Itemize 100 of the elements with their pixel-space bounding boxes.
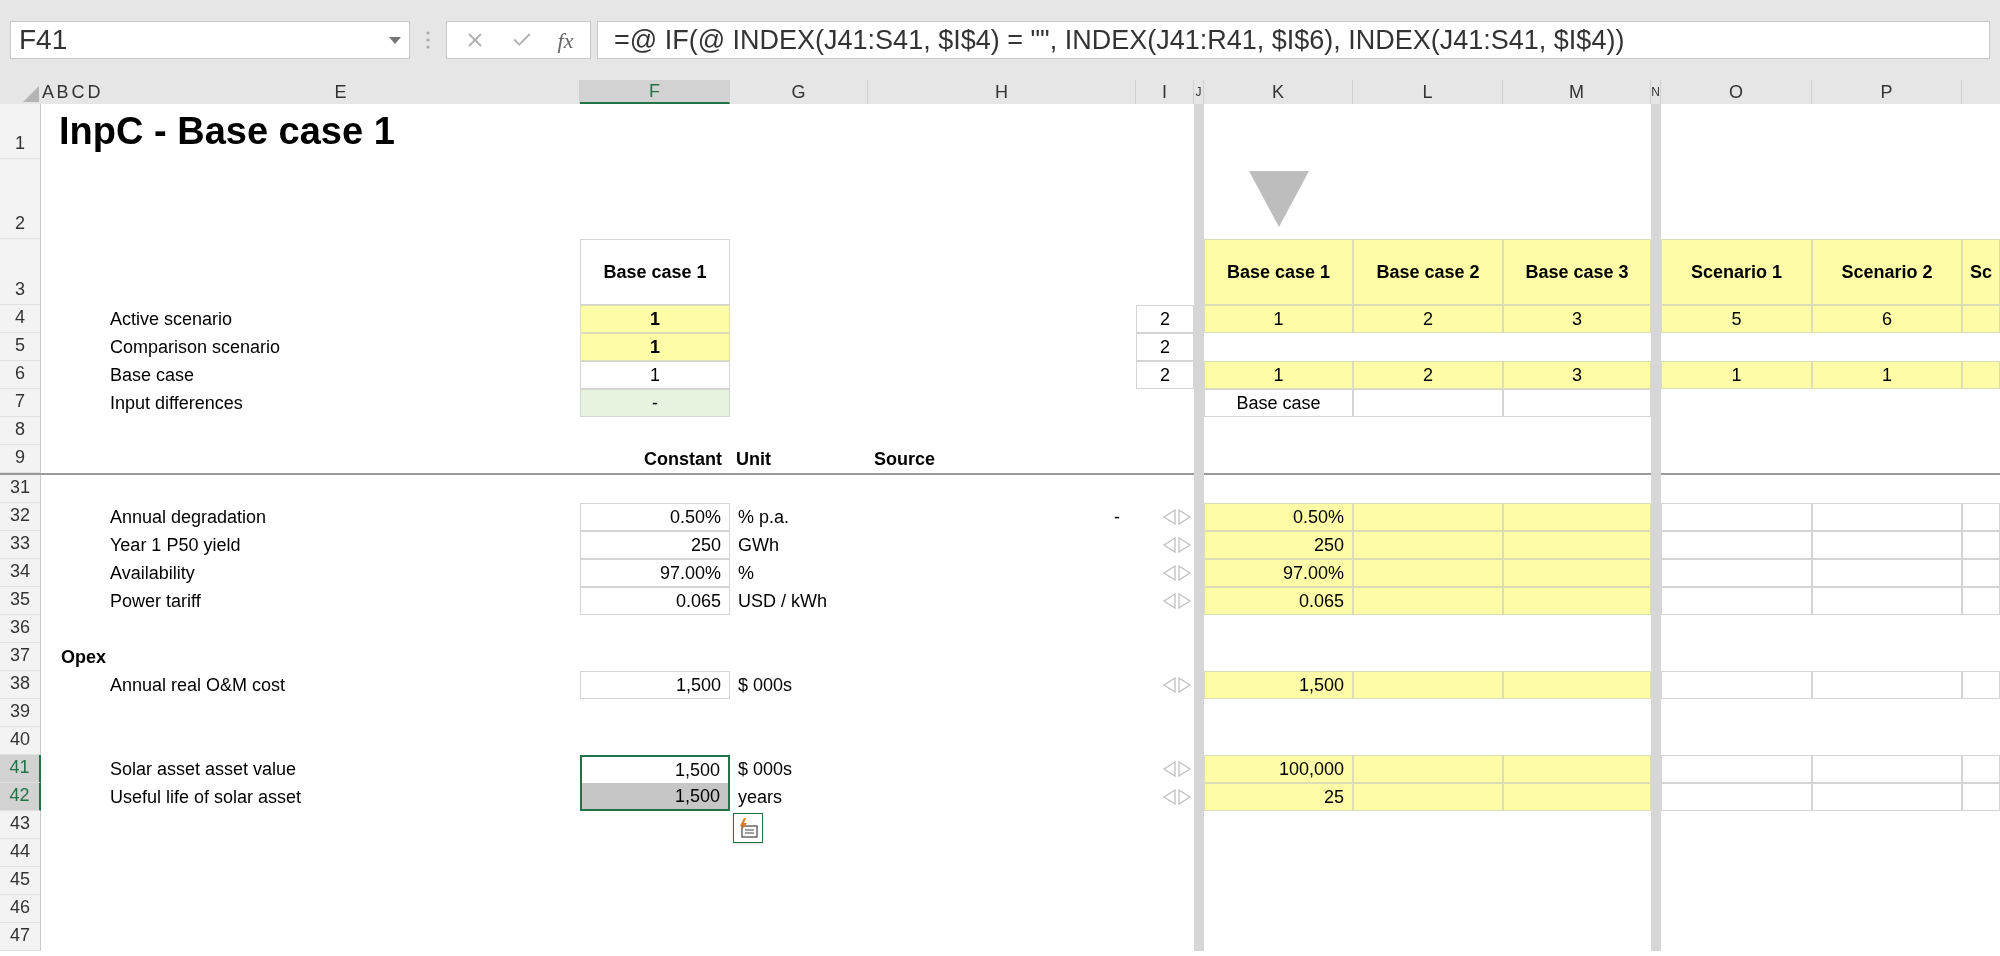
spreadsheet-cell[interactable]: [1353, 755, 1503, 783]
row-header[interactable]: 4: [0, 305, 41, 333]
row-header[interactable]: 37: [0, 643, 41, 671]
row-header[interactable]: 7: [0, 389, 41, 417]
spreadsheet-cell[interactable]: 1,500: [580, 783, 730, 811]
spreadsheet-cell[interactable]: 2: [1136, 333, 1194, 361]
spreadsheet-cell[interactable]: [1962, 755, 2000, 783]
spreadsheet-cell[interactable]: [1661, 559, 1812, 587]
spreadsheet-cell[interactable]: Useful life of solar asset: [102, 783, 580, 811]
spreadsheet-cell[interactable]: 0.50%: [1204, 503, 1353, 531]
spreadsheet-cell[interactable]: 25: [1204, 783, 1353, 811]
row-header[interactable]: 41: [0, 755, 41, 783]
row-header[interactable]: 35: [0, 587, 41, 615]
spreadsheet-cell[interactable]: 250: [1204, 531, 1353, 559]
spreadsheet-cell[interactable]: Opex: [55, 643, 1194, 671]
spreadsheet-cell[interactable]: 1: [1204, 361, 1353, 389]
spreadsheet-cell[interactable]: 6: [1812, 305, 1962, 333]
spreadsheet-cell[interactable]: [1503, 389, 1651, 417]
spreadsheet-cell[interactable]: 0.065: [1204, 587, 1353, 615]
spreadsheet-cell[interactable]: Source: [868, 445, 1194, 473]
pane-divider[interactable]: [0, 473, 2000, 475]
spreadsheet-cell[interactable]: Sc: [1962, 239, 2000, 305]
spreadsheet-cell[interactable]: Solar asset asset value: [102, 755, 580, 783]
row-header[interactable]: 5: [0, 333, 41, 361]
row-header[interactable]: 1: [0, 104, 41, 159]
spreadsheet-cell[interactable]: Annual real O&M cost: [102, 671, 580, 699]
spreadsheet-cell[interactable]: -: [868, 503, 1136, 531]
spreadsheet-cell[interactable]: 1,500: [580, 671, 730, 699]
spreadsheet-cell[interactable]: [1962, 503, 2000, 531]
quick-analysis-button[interactable]: [733, 813, 763, 843]
spreadsheet-cell[interactable]: [1503, 559, 1651, 587]
spreadsheet-cell[interactable]: 0.065: [580, 587, 730, 615]
row-header[interactable]: 6: [0, 361, 41, 389]
column-header[interactable]: A: [41, 80, 55, 104]
row-header[interactable]: 40: [0, 727, 41, 755]
spreadsheet-cell[interactable]: [1503, 503, 1651, 531]
spreadsheet-cell[interactable]: 97.00%: [1204, 559, 1353, 587]
row-header[interactable]: 36: [0, 615, 41, 643]
spreadsheet-cell[interactable]: Scenario 2: [1812, 239, 1962, 305]
row-header[interactable]: 3: [0, 239, 41, 305]
spreadsheet-cell[interactable]: [1812, 559, 1962, 587]
spreadsheet-cell[interactable]: [1812, 587, 1962, 615]
spreadsheet-cell[interactable]: Base case 1: [580, 239, 730, 305]
spreadsheet-cell[interactable]: [1353, 671, 1503, 699]
spreadsheet-cell[interactable]: [1353, 783, 1503, 811]
spreadsheet-cell[interactable]: [1962, 361, 2000, 389]
formula-field[interactable]: =@ IF(@ INDEX(J41:S41, $I$4) = "", INDEX(J41:R41, $I$6), INDEX(J41:S41, $I$4)): [597, 21, 1990, 59]
spreadsheet-cell[interactable]: Base case 1: [1204, 239, 1353, 305]
spreadsheet-cell[interactable]: Unit: [730, 445, 868, 473]
row-header[interactable]: 32: [0, 503, 41, 531]
spreadsheet-cell[interactable]: 1,500: [580, 755, 730, 783]
column-header[interactable]: B: [55, 80, 70, 104]
spreadsheet-cell[interactable]: [1503, 587, 1651, 615]
spreadsheet-cell[interactable]: 5: [1661, 305, 1812, 333]
spreadsheet-cell[interactable]: [1812, 531, 1962, 559]
column-header[interactable]: O: [1661, 80, 1812, 104]
spreadsheet-cell[interactable]: Availability: [102, 559, 580, 587]
spreadsheet-cell[interactable]: [1503, 531, 1651, 559]
sheet-title[interactable]: InpC - Base case 1: [55, 104, 1194, 159]
spreadsheet-cell[interactable]: [1962, 531, 2000, 559]
row-header[interactable]: 9: [0, 445, 41, 473]
spreadsheet-cell[interactable]: Power tariff: [102, 587, 580, 615]
spreadsheet-cell[interactable]: 1: [1812, 361, 1962, 389]
row-header[interactable]: 39: [0, 699, 41, 727]
spreadsheet-cell[interactable]: Base case: [102, 361, 580, 389]
spreadsheet-cell[interactable]: [1503, 755, 1651, 783]
name-box[interactable]: F41: [10, 21, 410, 59]
spreadsheet-cell[interactable]: Base case 2: [1353, 239, 1503, 305]
spreadsheet-cell[interactable]: [1661, 783, 1812, 811]
spreadsheet-cell[interactable]: [1353, 531, 1503, 559]
spreadsheet-cell[interactable]: GWh: [730, 531, 1136, 559]
row-header[interactable]: 42: [0, 783, 41, 811]
row-header[interactable]: 2: [0, 159, 41, 239]
row-header[interactable]: 47: [0, 923, 41, 951]
column-header[interactable]: C: [70, 80, 86, 104]
spreadsheet-cell[interactable]: [1661, 503, 1812, 531]
row-header[interactable]: 43: [0, 811, 41, 839]
spreadsheet-cell[interactable]: 1: [580, 305, 730, 333]
column-header[interactable]: K: [1204, 80, 1353, 104]
spreadsheet-cell[interactable]: [1353, 559, 1503, 587]
row-header[interactable]: 45: [0, 867, 41, 895]
spreadsheet-cell[interactable]: Active scenario: [102, 305, 580, 333]
spreadsheet-cell[interactable]: Input differences: [102, 389, 580, 417]
spreadsheet-cell[interactable]: years: [730, 783, 1136, 811]
caret-icon[interactable]: [389, 36, 401, 44]
spreadsheet-cell[interactable]: %: [730, 559, 1136, 587]
spreadsheet-cell[interactable]: 1: [580, 333, 730, 361]
spreadsheet-cell[interactable]: 100,000: [1204, 755, 1353, 783]
spreadsheet-cell[interactable]: Scenario 1: [1661, 239, 1812, 305]
column-header[interactable]: L: [1353, 80, 1503, 104]
spreadsheet-cell[interactable]: [1353, 587, 1503, 615]
spreadsheet-cell[interactable]: [1962, 783, 2000, 811]
spreadsheet-cell[interactable]: 1: [580, 361, 730, 389]
spreadsheet-cell[interactable]: [1962, 587, 2000, 615]
column-header[interactable]: I: [1136, 80, 1194, 104]
spreadsheet-cell[interactable]: $ 000s: [730, 671, 1136, 699]
spreadsheet-cell[interactable]: 2: [1353, 361, 1503, 389]
spreadsheet-cell[interactable]: % p.a.: [730, 503, 868, 531]
spreadsheet-cell[interactable]: [1503, 671, 1651, 699]
row-header[interactable]: 38: [0, 671, 41, 699]
